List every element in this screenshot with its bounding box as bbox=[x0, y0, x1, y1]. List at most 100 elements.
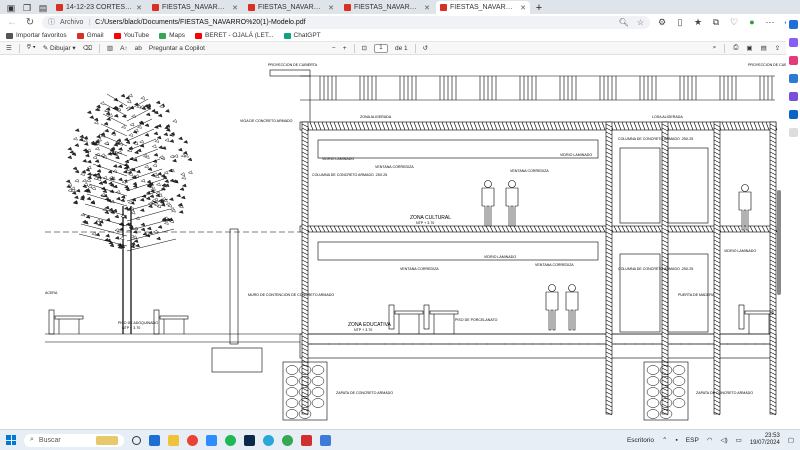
zoom-app-icon[interactable] bbox=[206, 434, 217, 446]
volume-icon[interactable]: ◁) bbox=[720, 436, 727, 444]
split-screen-icon[interactable]: ▯ bbox=[674, 17, 686, 28]
address-bar[interactable]: ⓘ Archivo | C:/Users/black/Documents/FIE… bbox=[42, 15, 650, 29]
print-icon[interactable]: ⎙ bbox=[733, 44, 738, 53]
leaf bbox=[125, 106, 131, 110]
leaf bbox=[158, 145, 163, 150]
games-icon[interactable] bbox=[788, 92, 798, 101]
bookmark-5[interactable]: BERET - OJALÁ (LET... bbox=[195, 32, 274, 39]
photoshop-icon[interactable] bbox=[244, 434, 255, 446]
add-sidebar-icon[interactable] bbox=[788, 128, 798, 137]
file-explorer-icon[interactable] bbox=[168, 434, 179, 446]
bookmark-1[interactable]: Importar favoritos bbox=[6, 32, 67, 39]
scrollbar-thumb[interactable] bbox=[777, 190, 781, 295]
close-icon[interactable]: ✕ bbox=[136, 4, 142, 12]
save-as-icon[interactable]: ▤ bbox=[761, 44, 767, 53]
stone bbox=[672, 376, 686, 386]
person-head bbox=[548, 284, 556, 292]
back-button[interactable]: ← bbox=[6, 17, 18, 28]
favorite-star-icon[interactable]: ☆ bbox=[637, 18, 644, 27]
tab-5[interactable]: FIESTAS_NAVARRO (1)-Modelo.p✕ bbox=[436, 1, 530, 14]
draw-button[interactable]: ✎ Dibujar ▾ bbox=[43, 44, 76, 52]
fit-page-icon[interactable]: ⊡ bbox=[362, 44, 367, 52]
tools-icon[interactable] bbox=[788, 74, 798, 83]
zoom-in-button[interactable]: + bbox=[343, 45, 347, 52]
gravel-dot bbox=[588, 343, 590, 345]
contents-icon[interactable]: ☰ bbox=[6, 44, 12, 52]
label-vidrio1: VIDRIO LAMINADO bbox=[322, 157, 354, 161]
tab-2[interactable]: FIESTAS_NAVARRO_ENTREGA_FI✕ bbox=[148, 1, 242, 14]
task-view-icon[interactable] bbox=[132, 435, 141, 445]
extensions-icon[interactable]: ⚙ bbox=[656, 17, 668, 28]
chrome-icon[interactable] bbox=[187, 434, 198, 446]
mail-icon[interactable] bbox=[149, 434, 160, 446]
notifications-icon[interactable]: ▢ bbox=[788, 436, 794, 444]
close-icon[interactable]: ✕ bbox=[424, 4, 430, 12]
tab-1[interactable]: 14-12-23 CORTES DETALLADOS✕ bbox=[52, 1, 146, 14]
gravel-dot bbox=[570, 343, 572, 345]
leaf bbox=[140, 96, 146, 100]
eraser-icon[interactable]: ⌫ bbox=[83, 44, 92, 52]
gravel-dot bbox=[364, 343, 366, 345]
profile-avatar-icon[interactable]: ● bbox=[746, 17, 758, 27]
gravel-dot bbox=[733, 343, 735, 345]
taskbar-search[interactable]: ⌕ Buscar bbox=[24, 433, 124, 447]
chevron-up-icon[interactable]: ⌃ bbox=[662, 436, 667, 444]
outlook-icon[interactable] bbox=[788, 110, 798, 119]
new-tab-button[interactable]: + bbox=[532, 2, 546, 14]
tab-3[interactable]: FIESTAS_NAVARRO (1)-Modelo.p✕ bbox=[244, 1, 338, 14]
url-text[interactable]: C:/Users/black/Documents/FIESTAS_NAVARRO… bbox=[95, 19, 305, 26]
clock[interactable]: 23:53 19/07/2024 bbox=[750, 433, 780, 447]
search-icon[interactable]: ⌕ bbox=[713, 44, 717, 53]
zoom-icon[interactable]: 🔍︎ bbox=[619, 18, 629, 27]
wifi-icon[interactable]: ◠ bbox=[707, 436, 713, 444]
gravel-dot bbox=[720, 343, 722, 345]
copilot-label[interactable]: Preguntar a Copilot bbox=[149, 45, 205, 52]
tab-4[interactable]: FIESTAS_NAVARRO (1)-Modelo.p✕ bbox=[340, 1, 434, 14]
vertical-tabs-icon[interactable]: ▤ bbox=[36, 2, 50, 14]
chrome-2-icon[interactable] bbox=[282, 434, 293, 446]
page-number-input[interactable]: 1 bbox=[373, 43, 388, 53]
highlight-icon[interactable]: ⩢ ▾ bbox=[27, 44, 36, 52]
search-sidebar-icon[interactable] bbox=[788, 20, 798, 29]
bookmark-2[interactable]: Gmail bbox=[76, 32, 104, 39]
favorites-icon[interactable]: ★ bbox=[692, 17, 704, 28]
spotify-icon[interactable] bbox=[225, 434, 236, 446]
tab-actions-icon[interactable]: ❐ bbox=[20, 2, 34, 14]
translate-icon[interactable]: ab bbox=[135, 45, 142, 52]
copilot-sidebar-icon[interactable] bbox=[788, 38, 798, 47]
zoom-out-button[interactable]: − bbox=[332, 45, 336, 52]
leaf bbox=[151, 144, 157, 148]
share-icon[interactable]: ⇪ bbox=[775, 44, 780, 53]
app-tray-icon[interactable]: ▪ bbox=[675, 437, 677, 444]
bookmark-3[interactable]: YouTube bbox=[113, 32, 149, 39]
reload-button[interactable]: ↻ bbox=[24, 17, 36, 28]
scrollbar[interactable] bbox=[776, 60, 782, 424]
gravel-dot bbox=[317, 343, 319, 345]
close-icon[interactable]: ✕ bbox=[328, 4, 334, 12]
gravel-dot bbox=[669, 343, 671, 345]
bookmark-6[interactable]: ChatGPT bbox=[283, 32, 321, 39]
shopping-icon[interactable] bbox=[788, 56, 798, 65]
read-aloud-icon[interactable]: A↑ bbox=[120, 45, 128, 52]
browser-essentials-icon[interactable]: ♡ bbox=[728, 17, 740, 28]
gravel-dot bbox=[407, 343, 409, 345]
leaf bbox=[147, 204, 153, 208]
close-icon[interactable]: ✕ bbox=[520, 4, 526, 12]
windows-start-icon[interactable] bbox=[6, 435, 16, 445]
bookmark-4[interactable]: Maps bbox=[159, 32, 185, 39]
close-icon[interactable]: ✕ bbox=[232, 4, 238, 12]
edge-icon[interactable] bbox=[263, 434, 274, 446]
desktop-label[interactable]: Escritorio bbox=[627, 437, 654, 444]
gravel-dot bbox=[565, 343, 567, 345]
lang-label[interactable]: ESP bbox=[686, 437, 699, 444]
battery-icon[interactable]: ▭ bbox=[736, 436, 742, 444]
profile-icon[interactable]: ▣ bbox=[4, 2, 18, 14]
autocad-icon[interactable] bbox=[301, 434, 312, 446]
collections-icon[interactable]: ⧉ bbox=[710, 17, 722, 28]
leaf bbox=[117, 164, 123, 169]
more-menu-icon[interactable]: ⋯ bbox=[764, 17, 776, 28]
view-icon[interactable]: ▥ bbox=[107, 44, 113, 52]
save-icon[interactable]: ▣ bbox=[746, 44, 752, 53]
rotate-icon[interactable]: ↺ bbox=[423, 44, 428, 52]
app-icon[interactable] bbox=[320, 434, 331, 446]
